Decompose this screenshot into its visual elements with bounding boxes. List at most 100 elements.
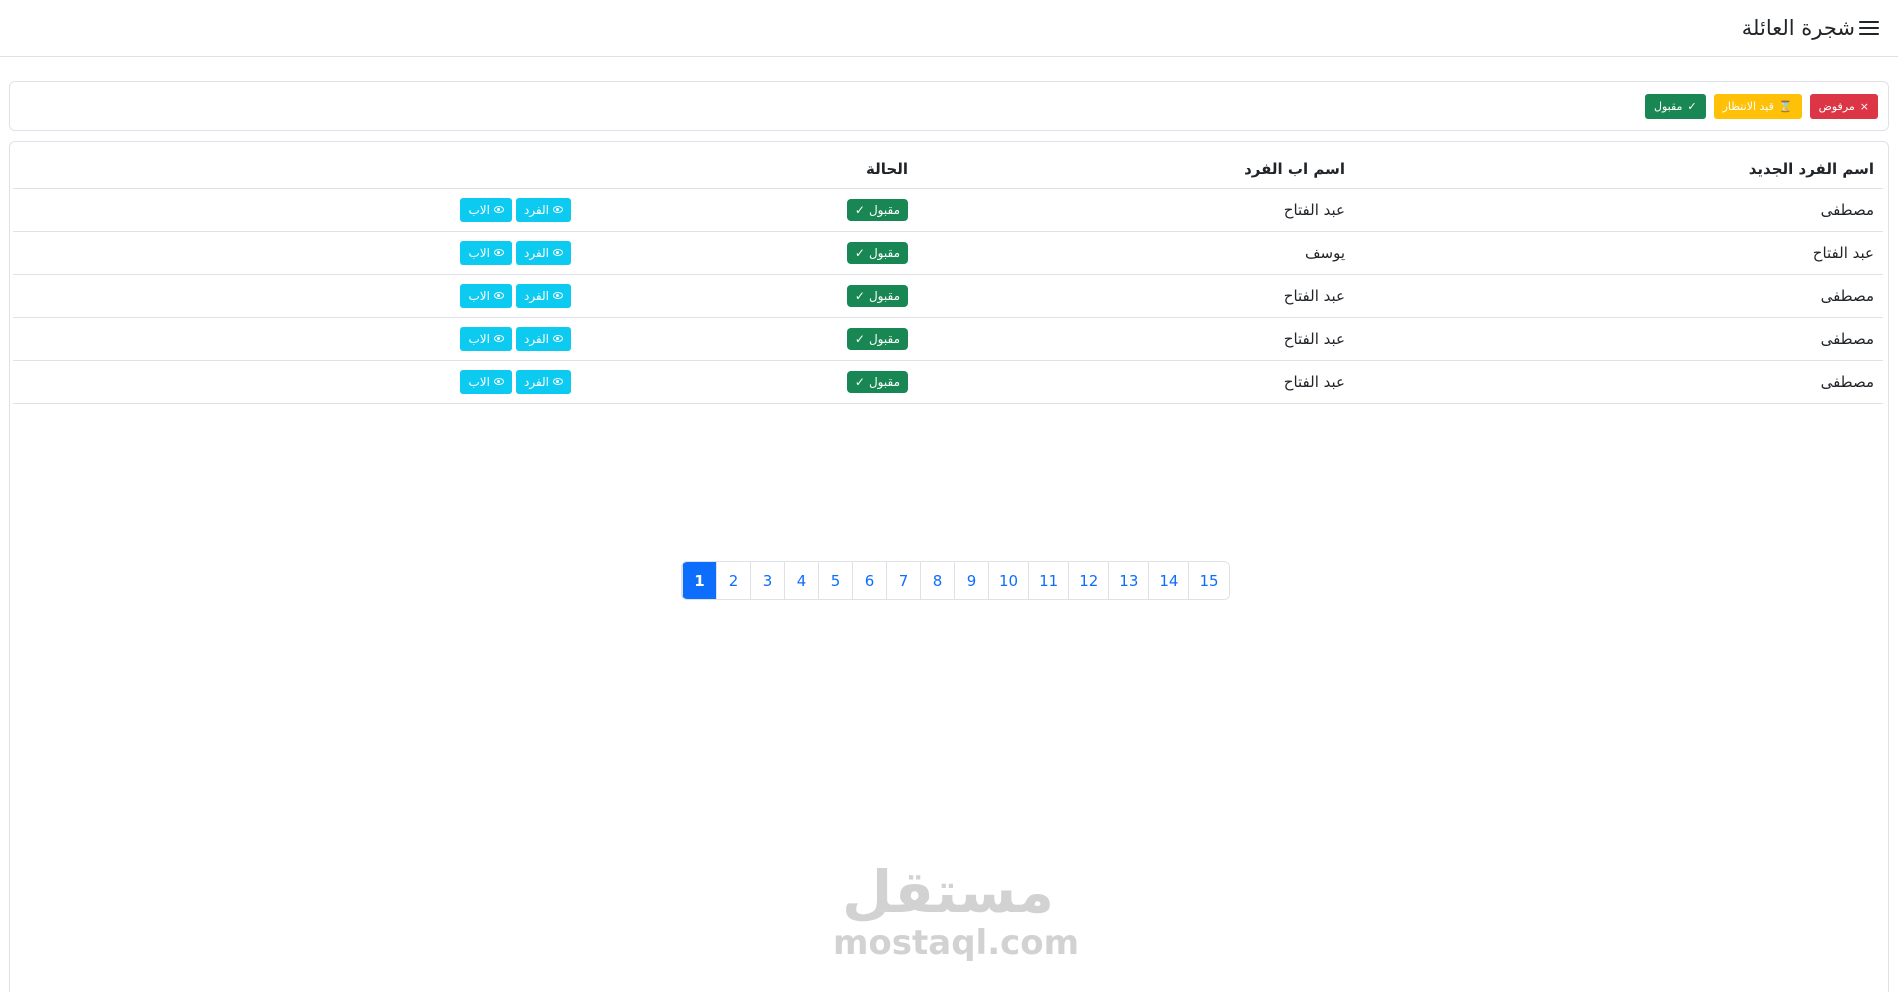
status-badge: مقبول ✓ [846, 284, 908, 307]
page-link-7[interactable]: 7 [886, 562, 920, 599]
page-link-4[interactable]: 4 [784, 562, 818, 599]
status-badge: مقبول ✓ [846, 327, 908, 350]
filter-accepted-button[interactable]: ✓ مقبول [1644, 94, 1706, 119]
view-father-button[interactable]: الاب [460, 326, 512, 351]
view-member-button[interactable]: الفرد [515, 369, 571, 394]
status-badge: مقبول ✓ [846, 370, 908, 393]
check-icon: ✓ [854, 245, 865, 260]
page-title: شجرة العائلة [1741, 16, 1855, 40]
filter-rejected-button[interactable]: × مرفوض [1809, 94, 1878, 119]
cell-actions: الفرد الاب [13, 317, 580, 361]
table-row: عبد الفتاح يوسف مقبول ✓ الفرد الاب [13, 231, 1883, 275]
cell-father-name: عبد الفتاح [917, 360, 1354, 404]
cell-member-name: مصطفى [1354, 317, 1883, 361]
eye-icon [553, 292, 563, 299]
status-badge: مقبول ✓ [846, 241, 908, 264]
cell-father-name: عبد الفتاح [917, 188, 1354, 232]
page-link-8[interactable]: 8 [920, 562, 954, 599]
header-father-name: اسم اب الفرد [917, 151, 1354, 189]
table-row: مصطفى عبد الفتاح مقبول ✓ الفرد الاب [13, 274, 1883, 318]
brand: شجرة العائلة [1742, 16, 1879, 40]
filter-accepted-label: مقبول [1653, 100, 1683, 113]
cell-status: مقبول ✓ [580, 231, 917, 275]
eye-icon [493, 206, 504, 213]
header-actions [13, 151, 580, 189]
filter-rejected-label: مرفوض [1818, 100, 1855, 113]
check-icon: ✓ [854, 288, 865, 303]
header-status: الحالة [580, 151, 917, 189]
eye-icon [493, 292, 504, 299]
view-father-label: الاب [468, 288, 490, 303]
cell-status: مقبول ✓ [580, 360, 917, 404]
hamburger-menu-icon[interactable] [1859, 20, 1879, 36]
header-new-member-name: اسم الفرد الجديد [1354, 151, 1883, 189]
requests-table: اسم الفرد الجديد اسم اب الفرد الحالة مصط… [13, 151, 1883, 404]
view-member-label: الفرد [523, 202, 549, 217]
cell-member-name: مصطفى [1354, 360, 1883, 404]
view-father-label: الاب [468, 331, 490, 346]
table-row: مصطفى عبد الفتاح مقبول ✓ الفرد الاب [13, 317, 1883, 361]
table-row: مصطفى عبد الفتاح مقبول ✓ الفرد الاب [13, 188, 1883, 232]
view-member-button[interactable]: الفرد [515, 240, 571, 265]
cell-actions: الفرد الاب [13, 231, 580, 275]
view-father-button[interactable]: الاب [460, 240, 512, 265]
page-link-2[interactable]: 2 [716, 562, 750, 599]
cell-father-name: عبد الفتاح [917, 317, 1354, 361]
status-label: مقبول [868, 331, 900, 346]
cell-status: مقبول ✓ [580, 317, 917, 361]
filter-pending-label: قيد الانتظار [1722, 100, 1774, 113]
eye-icon [553, 378, 563, 385]
status-badge: مقبول ✓ [846, 198, 908, 221]
eye-icon [493, 335, 504, 342]
page-link-13[interactable]: 13 [1108, 562, 1149, 599]
view-member-label: الفرد [523, 245, 549, 260]
view-member-label: الفرد [523, 374, 549, 389]
page-link-3[interactable]: 3 [750, 562, 784, 599]
page-link-12[interactable]: 12 [1068, 562, 1109, 599]
status-label: مقبول [868, 288, 900, 303]
check-icon: ✓ [854, 202, 865, 217]
page-link-11[interactable]: 11 [1028, 562, 1069, 599]
hourglass-icon: ⌛ [1778, 100, 1793, 113]
view-member-label: الفرد [523, 331, 549, 346]
top-navbar: شجرة العائلة [0, 0, 1898, 57]
table-header-row: اسم الفرد الجديد اسم اب الفرد الحالة [13, 151, 1883, 189]
status-label: مقبول [868, 245, 900, 260]
check-icon: ✓ [854, 331, 865, 346]
cell-member-name: عبد الفتاح [1354, 231, 1883, 275]
cell-status: مقبول ✓ [580, 188, 917, 232]
page-link-14[interactable]: 14 [1148, 562, 1189, 599]
page-link-10[interactable]: 10 [988, 562, 1029, 599]
cell-actions: الفرد الاب [13, 274, 580, 318]
view-father-label: الاب [468, 202, 490, 217]
page-link-15[interactable]: 15 [1188, 562, 1229, 599]
eye-icon [493, 249, 504, 256]
page-link-9[interactable]: 9 [954, 562, 988, 599]
page-link-5[interactable]: 5 [818, 562, 852, 599]
view-father-button[interactable]: الاب [460, 369, 512, 394]
view-member-label: الفرد [523, 288, 549, 303]
eye-icon [553, 206, 563, 213]
filter-pending-button[interactable]: ⌛ قيد الانتظار [1713, 94, 1802, 119]
view-father-button[interactable]: الاب [460, 197, 512, 222]
check-icon: ✓ [1687, 100, 1697, 113]
filter-card: × مرفوض ⌛ قيد الانتظار ✓ مقبول [9, 81, 1889, 131]
view-member-button[interactable]: الفرد [515, 197, 571, 222]
view-father-label: الاب [468, 374, 490, 389]
cell-father-name: يوسف [917, 231, 1354, 275]
view-member-button[interactable]: الفرد [515, 283, 571, 308]
eye-icon [493, 378, 504, 385]
status-label: مقبول [868, 202, 900, 217]
page-link-6[interactable]: 6 [852, 562, 886, 599]
cell-father-name: عبد الفتاح [917, 274, 1354, 318]
cell-member-name: مصطفى [1354, 274, 1883, 318]
status-label: مقبول [868, 374, 900, 389]
eye-icon [553, 335, 563, 342]
view-father-button[interactable]: الاب [460, 283, 512, 308]
pagination: 1 2 3 4 5 6 7 8 9 10 11 12 13 14 15 [681, 561, 1230, 600]
status-filter-group: × مرفوض ⌛ قيد الانتظار ✓ مقبول [1644, 94, 1878, 119]
mostaql-watermark-logo: مستقل mostaql.com [833, 860, 1079, 962]
page-link-1[interactable]: 1 [682, 562, 716, 599]
table-row: مصطفى عبد الفتاح مقبول ✓ الفرد الاب [13, 360, 1883, 404]
view-member-button[interactable]: الفرد [515, 326, 571, 351]
